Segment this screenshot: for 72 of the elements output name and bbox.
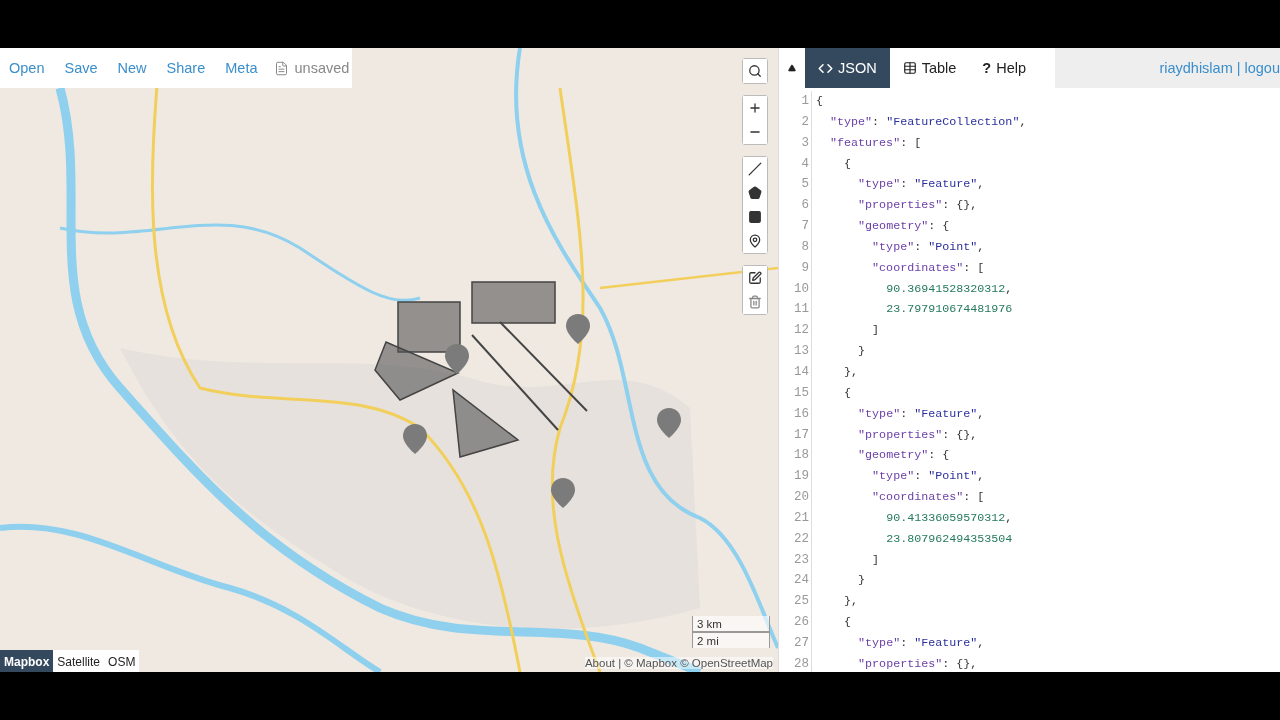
line-number: 2 xyxy=(801,113,809,131)
code-line: "type": "Feature", xyxy=(858,634,985,652)
line-number: 4 xyxy=(801,155,809,173)
code-line: 23.807962494353504 xyxy=(886,530,1013,548)
code-line: 90.41336059570312, xyxy=(886,509,1013,527)
line-number: 13 xyxy=(794,343,809,361)
code-line: "type": "Point", xyxy=(872,238,985,256)
logout-link[interactable]: logou xyxy=(1244,60,1280,76)
layer-button[interactable]: Satellite xyxy=(53,650,105,672)
line-number: 27 xyxy=(794,634,809,652)
layer-button[interactable]: OSM xyxy=(104,650,140,672)
line-number: 26 xyxy=(794,614,809,632)
layer-button[interactable]: Mapbox xyxy=(0,650,54,672)
line-number: 28 xyxy=(794,655,809,672)
scale-bar: 3 km xyxy=(692,616,770,632)
code-line: "properties": {}, xyxy=(858,655,978,672)
line-number: 5 xyxy=(801,176,809,194)
username-link[interactable]: riaydhislam xyxy=(1159,60,1233,76)
code-line: "properties": {}, xyxy=(858,426,978,444)
code-line: "properties": {}, xyxy=(858,197,978,215)
code-line: "geometry": { xyxy=(858,218,950,236)
menu-link[interactable]: New xyxy=(108,60,155,76)
code-line: } xyxy=(858,572,866,590)
line-number: 12 xyxy=(794,322,809,340)
code-line: "type": "Feature", xyxy=(858,405,985,423)
line-number: 21 xyxy=(794,509,809,527)
line-number: 22 xyxy=(794,530,809,548)
line-number: 19 xyxy=(794,468,809,486)
code-line: }, xyxy=(844,363,859,381)
line-number: 15 xyxy=(794,384,809,402)
line-number: 7 xyxy=(801,218,809,236)
line-number: 23 xyxy=(794,551,809,569)
line-number: 14 xyxy=(794,363,809,381)
code-line: "type": "Point", xyxy=(872,468,985,486)
line-number: 16 xyxy=(794,405,809,423)
code-line: "type": "FeatureCollection", xyxy=(830,113,1027,131)
code-line: 90.36941528320312, xyxy=(886,280,1013,298)
code-line: 23.797910674481976 xyxy=(886,301,1013,319)
line-number: 8 xyxy=(801,238,809,256)
line-number: 1 xyxy=(801,93,809,110)
line-number: 20 xyxy=(794,489,809,507)
line-number: 9 xyxy=(801,259,809,277)
code-line: "coordinates": [ xyxy=(872,259,985,277)
code-line: { xyxy=(844,155,852,173)
code-line: ] xyxy=(872,551,880,569)
code-line: } xyxy=(858,343,866,361)
separator: | xyxy=(1236,60,1241,76)
line-number: 6 xyxy=(801,197,809,215)
code-line: "geometry": { xyxy=(858,447,950,465)
code-line: { xyxy=(844,614,852,632)
code-line: "type": "Feature", xyxy=(858,176,985,194)
code-line: "features": [ xyxy=(830,134,922,152)
scale-bar: 2 mi xyxy=(692,632,770,648)
code-line: { xyxy=(816,93,823,110)
menu-link[interactable]: Share xyxy=(157,60,214,76)
code-line: ] xyxy=(872,322,880,340)
line-number: 3 xyxy=(801,134,809,152)
line-number: 11 xyxy=(794,301,809,319)
code-line: }, xyxy=(844,593,859,611)
line-number: 17 xyxy=(794,426,809,444)
code-line: "coordinates": [ xyxy=(872,489,985,507)
menu-link[interactable]: Meta xyxy=(216,60,266,76)
file-status: unsaved xyxy=(294,60,350,76)
map-attribution: About | © Mapbox © OpenStreetMap xyxy=(584,657,773,669)
line-number: 24 xyxy=(794,572,809,590)
menu-link[interactable]: Open xyxy=(0,60,53,76)
panel-tab[interactable]: JSON xyxy=(805,48,890,88)
code-line: { xyxy=(844,384,852,402)
line-number: 18 xyxy=(794,447,809,465)
line-number: 25 xyxy=(794,593,809,611)
line-number: 10 xyxy=(794,280,809,298)
menu-link[interactable]: Save xyxy=(55,60,106,76)
